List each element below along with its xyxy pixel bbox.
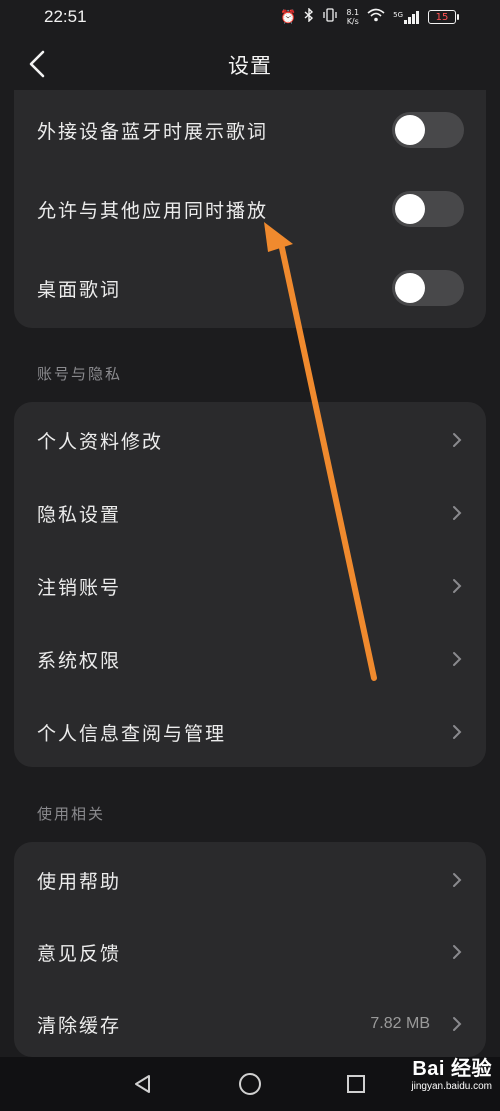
vibrate-icon (322, 8, 338, 26)
setting-row-desktop-lyrics[interactable]: 桌面歌词 (14, 258, 486, 318)
status-time: 22:51 (44, 7, 87, 26)
alarm-icon: ⏰ (280, 9, 297, 25)
setting-label: 允许与其他应用同时播放 (37, 199, 269, 222)
status-icons: ⏰ 8.1 K/s 5G 15 (280, 7, 459, 26)
chevron-right-icon (450, 430, 464, 450)
list-item-delete-account[interactable]: 注销账号 (14, 556, 486, 616)
toggle-knob (395, 273, 425, 303)
list-item-profile-edit[interactable]: 个人资料修改 (14, 410, 486, 470)
back-triangle-icon[interactable] (128, 1069, 158, 1099)
list-item-personal-info-management[interactable]: 个人信息查阅与管理 (14, 702, 486, 762)
toggle-switch-simultaneous-play[interactable] (392, 191, 464, 227)
list-item-label: 系统权限 (37, 649, 122, 672)
list-item-label: 个人信息查阅与管理 (37, 722, 227, 745)
watermark-sub: jingyan.baidu.com (411, 1081, 492, 1092)
baidu-watermark: Bai 经验 jingyan.baidu.com (372, 1052, 492, 1108)
recents-square-icon[interactable] (341, 1069, 371, 1099)
battery-level: 15 (435, 11, 449, 23)
chevron-right-icon (450, 870, 464, 890)
net-speed-unit: K/s (346, 17, 359, 26)
list-item-label: 清除缓存 (37, 1014, 122, 1037)
section-title-account: 账号与隐私 (37, 365, 123, 383)
net-speed: 8.1 K/s (346, 8, 359, 26)
usage-card: 使用帮助 意见反馈 清除缓存 7.82 MB (14, 842, 486, 1057)
toggle-knob (395, 115, 425, 145)
toggle-knob (395, 194, 425, 224)
list-item-system-permissions[interactable]: 系统权限 (14, 629, 486, 689)
page-title: 设置 (228, 54, 272, 78)
chevron-right-icon (450, 942, 464, 962)
list-item-label: 个人资料修改 (37, 430, 164, 453)
list-item-label: 隐私设置 (37, 503, 122, 526)
chevron-right-icon (450, 722, 464, 742)
list-item-label: 注销账号 (37, 576, 122, 599)
chevron-right-icon (450, 576, 464, 596)
bluetooth-icon (304, 7, 314, 26)
setting-label: 外接设备蓝牙时展示歌词 (37, 120, 269, 143)
status-bar: 22:51 ⏰ 8.1 K/s 5G 15 (0, 0, 500, 34)
battery-icon: 15 (428, 10, 459, 24)
setting-row-bluetooth-lyrics[interactable]: 外接设备蓝牙时展示歌词 (14, 100, 486, 160)
chevron-right-icon (450, 1014, 464, 1034)
net-speed-value: 8.1 (346, 8, 360, 17)
playback-settings-card: 外接设备蓝牙时展示歌词 允许与其他应用同时播放 桌面歌词 (14, 90, 486, 328)
list-item-label: 意见反馈 (37, 942, 122, 965)
setting-row-simultaneous-play[interactable]: 允许与其他应用同时播放 (14, 179, 486, 239)
list-item-privacy-settings[interactable]: 隐私设置 (14, 483, 486, 543)
chevron-right-icon (450, 503, 464, 523)
toggle-switch-desktop-lyrics[interactable] (392, 270, 464, 306)
setting-label: 桌面歌词 (37, 278, 122, 301)
toggle-switch-bluetooth-lyrics[interactable] (392, 112, 464, 148)
wifi-icon (367, 8, 385, 26)
home-circle-icon[interactable] (235, 1069, 265, 1099)
chevron-right-icon (450, 649, 464, 669)
header-bar: 设置 (0, 34, 500, 94)
signal-label: 5G (393, 10, 403, 19)
watermark-main: Bai 经验 (412, 1058, 492, 1080)
list-item-label: 使用帮助 (37, 870, 122, 893)
list-item-feedback[interactable]: 意见反馈 (14, 922, 486, 982)
list-item-help[interactable]: 使用帮助 (14, 850, 486, 910)
section-title-usage: 使用相关 (37, 805, 106, 823)
cache-size-value: 7.82 MB (370, 1015, 430, 1032)
account-privacy-card: 个人资料修改 隐私设置 注销账号 系统权限 个人信息查阅与管理 (14, 402, 486, 767)
list-item-clear-cache[interactable]: 清除缓存 7.82 MB (14, 994, 486, 1054)
signal-icon: 5G (393, 10, 420, 24)
